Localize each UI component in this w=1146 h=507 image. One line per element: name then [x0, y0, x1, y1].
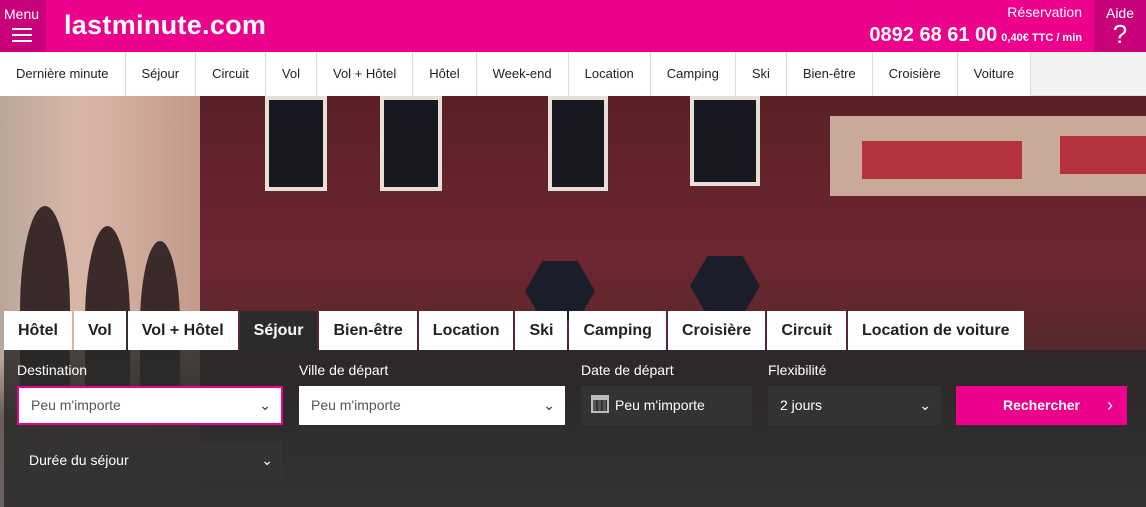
- calendar-icon: [591, 395, 609, 414]
- tab-sejour[interactable]: Séjour: [239, 311, 318, 350]
- nav-item-vol[interactable]: Vol: [265, 52, 317, 96]
- tab-bien-etre[interactable]: Bien-être: [319, 311, 417, 350]
- departure-city-label: Ville de départ: [299, 362, 389, 378]
- nav-item-sejour[interactable]: Séjour: [125, 52, 197, 96]
- destination-select[interactable]: Peu m'importe ⌄: [17, 386, 283, 425]
- nav-item-week-end[interactable]: Week-end: [476, 52, 569, 96]
- destination-value: Peu m'importe: [31, 397, 121, 413]
- flexibility-select[interactable]: 2 jours ⌄: [768, 386, 941, 425]
- nav-item-hotel[interactable]: Hôtel: [413, 52, 477, 96]
- tab-hotel[interactable]: Hôtel: [4, 311, 72, 350]
- destination-label: Destination: [17, 362, 88, 378]
- chevron-right-icon: ›: [1107, 395, 1113, 415]
- search-button-label: Rechercher: [1002, 397, 1081, 413]
- tab-location-de-voiture[interactable]: Location de voiture: [847, 311, 1024, 350]
- search-button[interactable]: Rechercher ›: [956, 386, 1127, 425]
- tab-vol-hotel[interactable]: Vol + Hôtel: [127, 311, 238, 350]
- departure-date-value: Peu m'importe: [615, 397, 705, 413]
- tab-croisiere[interactable]: Croisière: [667, 311, 766, 350]
- phone-price: 0,40€ TTC / min: [1001, 32, 1082, 44]
- tab-circuit[interactable]: Circuit: [767, 311, 846, 350]
- chevron-down-icon: ⌄: [919, 397, 931, 413]
- nav-item-location[interactable]: Location: [568, 52, 651, 96]
- nav-item-voiture[interactable]: Voiture: [957, 52, 1032, 96]
- nav-item-camping[interactable]: Camping: [650, 52, 736, 96]
- chevron-down-icon: ⌄: [543, 397, 555, 413]
- flexibility-label: Flexibilité: [768, 362, 827, 378]
- departure-city-value: Peu m'importe: [311, 397, 401, 413]
- reservation-block: Réservation 0892 68 61 00 0,40€ TTC / min: [869, 4, 1082, 47]
- menu-label: Menu: [4, 6, 40, 22]
- nav-item-vol-hotel[interactable]: Vol + Hôtel: [317, 52, 414, 96]
- help-button[interactable]: Aide ?: [1094, 0, 1146, 52]
- search-tabs: Hôtel Vol Vol + Hôtel Séjour Bien-être L…: [4, 311, 1026, 350]
- main-nav: Dernière minute Séjour Circuit Vol Vol +…: [0, 52, 1146, 96]
- tab-location[interactable]: Location: [418, 311, 514, 350]
- nav-item-derniere-minute[interactable]: Dernière minute: [0, 52, 126, 96]
- duration-value: Durée du séjour: [29, 452, 129, 468]
- nav-item-ski[interactable]: Ski: [735, 52, 787, 96]
- hamburger-icon: [12, 28, 32, 42]
- header: Menu lastminute.com Réservation 0892 68 …: [0, 0, 1146, 52]
- logo[interactable]: lastminute.com: [64, 10, 266, 41]
- reservation-label: Réservation: [1007, 4, 1082, 20]
- tab-camping[interactable]: Camping: [569, 311, 666, 350]
- question-icon: ?: [1112, 19, 1128, 49]
- menu-button[interactable]: Menu: [0, 0, 46, 52]
- flexibility-value: 2 jours: [780, 397, 823, 413]
- search-panel: Destination Peu m'importe ⌄ Ville de dép…: [4, 350, 1146, 507]
- phone-number[interactable]: 0892 68 61 00: [869, 24, 997, 47]
- nav-item-circuit[interactable]: Circuit: [196, 52, 266, 96]
- departure-date-label: Date de départ: [581, 362, 674, 378]
- chevron-down-icon: ⌄: [259, 397, 271, 413]
- duration-select[interactable]: Durée du séjour ⌄: [17, 441, 283, 480]
- departure-date-field[interactable]: Peu m'importe: [581, 386, 752, 425]
- nav-item-bien-etre[interactable]: Bien-être: [786, 52, 873, 96]
- nav-item-croisiere[interactable]: Croisière: [872, 52, 958, 96]
- tab-ski[interactable]: Ski: [515, 311, 568, 350]
- chevron-down-icon: ⌄: [261, 452, 273, 468]
- tab-vol[interactable]: Vol: [74, 311, 126, 350]
- departure-city-select[interactable]: Peu m'importe ⌄: [299, 386, 565, 425]
